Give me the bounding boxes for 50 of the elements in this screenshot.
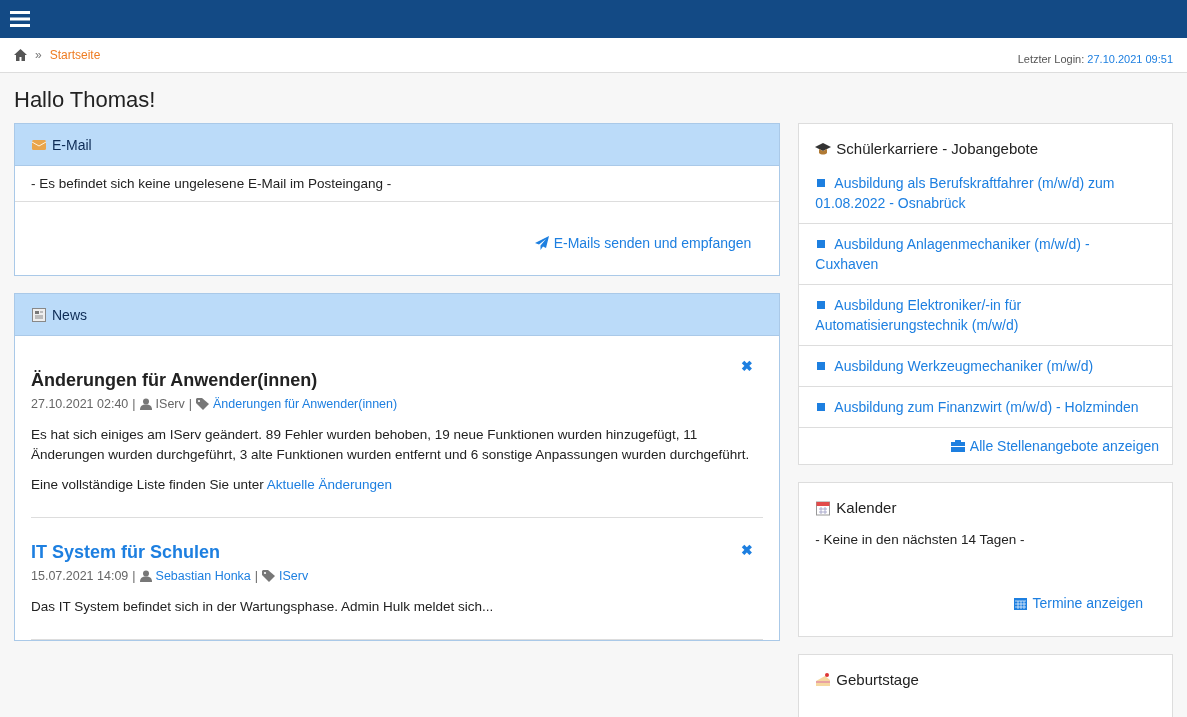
meta-separator: |: [188, 397, 192, 411]
calendar-icon: [815, 499, 832, 516]
panel-title: News: [52, 306, 87, 323]
news-date: 27.10.2021 02:40: [31, 397, 129, 411]
news-text: Es hat sich einiges am IServ geändert. 89 Fehler wurden behoben, 19 neue Funktionen wurden hinzugefügt, 11 Änderungen wurden durchgeführt, 3 alte Funktionen wurden entfernt und 6 sonstige Anpassungen wurden durchgeführt.: [31, 426, 751, 464]
email-message: - Es befindet sich keine ungelesene E-Mail im Posteingang -: [15, 166, 780, 202]
job-link[interactable]: Ausbildung als Berufskraftfahrer (m/w/d) zum 01.08.2022 - Osnabrück: [799, 169, 1172, 223]
last-login: Letzter Login: 27.10.2021 09:51: [1017, 52, 1173, 65]
job-link[interactable]: Ausbildung Werkzeugmechaniker (m/w/d): [799, 345, 1172, 386]
newspaper-icon: [31, 306, 47, 323]
meta-separator: |: [254, 569, 259, 583]
job-link[interactable]: Ausbildung Anlagenmechaniker (m/w/d) - Cuxhaven: [799, 223, 1172, 284]
graduation-cap-icon: [815, 140, 832, 157]
job-link[interactable]: Ausbildung zum Finanzwirt (m/w/d) - Holzminden: [799, 386, 1172, 427]
panel-title: Geburtstage: [836, 671, 919, 688]
changes-link[interactable]: Aktuelle Änderungen: [266, 477, 392, 492]
tag-link[interactable]: Änderungen für Anwender(innen): [213, 397, 398, 411]
meta-separator: |: [132, 569, 136, 583]
email-link[interactable]: E-Mails senden und empfangen: [534, 235, 752, 251]
tag-icon: [196, 398, 209, 410]
news-text: Eine vollständige Liste finden Sie unter Aktuelle Änderungen: [31, 476, 393, 494]
job-link[interactable]: Ausbildung Elektroniker/-in für Automatisierungstechnik (m/w/d): [799, 284, 1172, 345]
home-icon[interactable]: [14, 49, 27, 61]
breadcrumb-separator: »: [35, 48, 42, 62]
news-author: IServ: [155, 397, 185, 411]
greeting: Hallo Thomas!: [14, 87, 157, 113]
news-title-link[interactable]: IT System für Schulen: [31, 542, 221, 563]
user-icon: [139, 570, 152, 582]
panel-title: Schülerkarriere - Jobangebote: [836, 140, 1039, 157]
cake-icon: [815, 671, 832, 688]
news-date: 15.07.2021 14:09: [31, 569, 129, 583]
briefcase-icon: [950, 440, 965, 452]
tag-link[interactable]: IServ: [279, 569, 309, 583]
all-jobs-link[interactable]: Alle Stellenangebote anzeigen: [950, 438, 1159, 454]
calendar-link[interactable]: Termine anzeigen: [1014, 595, 1143, 611]
close-button[interactable]: ✖: [741, 358, 754, 374]
author-link[interactable]: Sebastian Honka: [155, 569, 251, 583]
send-icon: [534, 236, 549, 250]
calendar-icon: [1014, 596, 1028, 610]
user-icon: [139, 398, 152, 410]
news-title: Änderungen für Anwender(innen): [31, 370, 318, 391]
close-button[interactable]: ✖: [741, 542, 754, 558]
news-text: Das IT System befindet sich in der Wartungsphase. Admin Hulk meldet sich...: [31, 598, 495, 616]
panel-title: E-Mail: [52, 136, 92, 153]
panel-title: Kalender: [836, 499, 897, 516]
menu-icon[interactable]: [10, 10, 30, 28]
calendar-message: - Keine in den nächsten 14 Tagen -: [814, 531, 1026, 547]
tag-icon: [262, 570, 276, 582]
meta-separator: |: [132, 397, 136, 411]
breadcrumb-link[interactable]: Startseite: [49, 48, 101, 62]
